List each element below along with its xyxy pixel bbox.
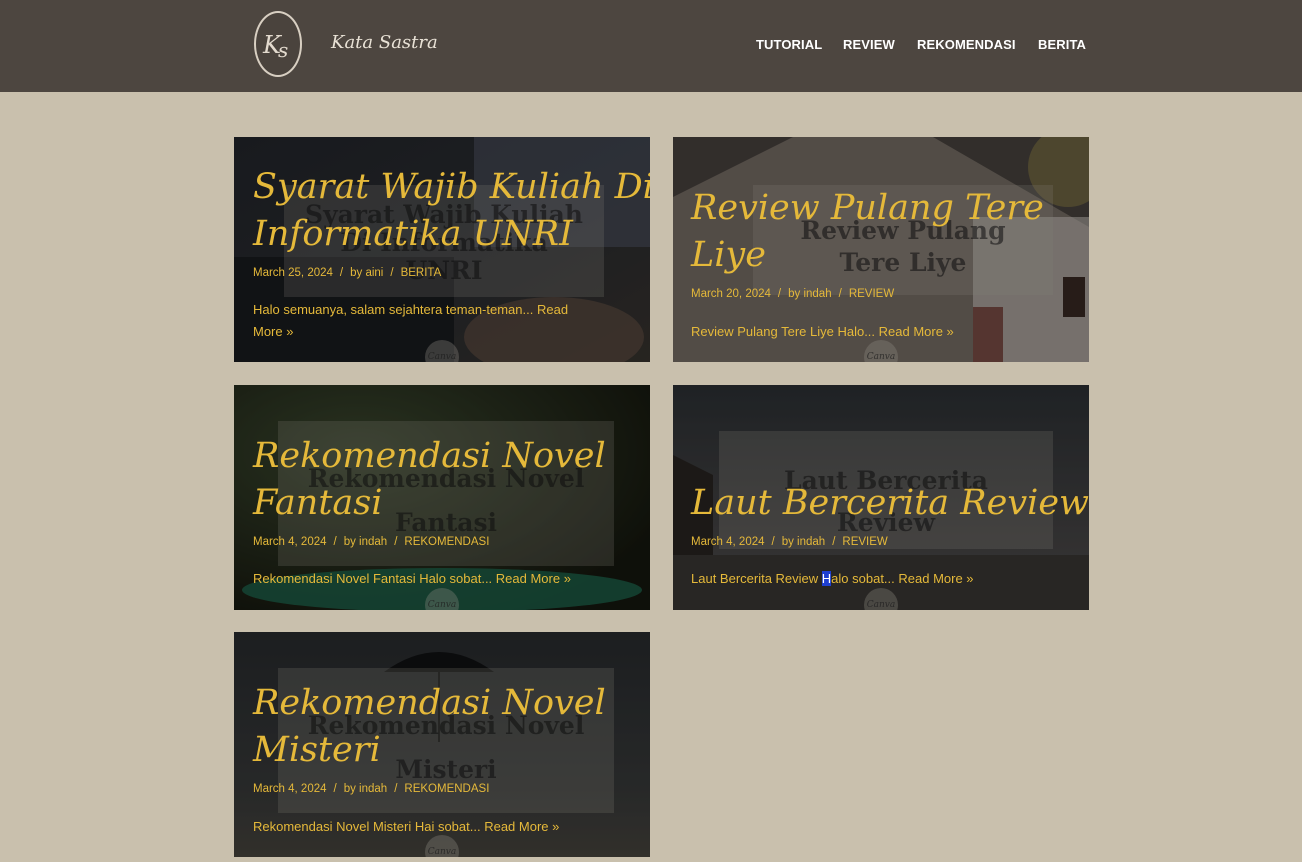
excerpt-text: alo sobat... Read More »: [831, 571, 974, 586]
post-title-line[interactable]: Rekomendasi Novel: [253, 680, 633, 727]
post-author[interactable]: by aini: [350, 267, 383, 279]
nav-item-review[interactable]: REVIEW: [843, 37, 895, 52]
post-date[interactable]: March 25, 2024: [253, 267, 333, 279]
post-category[interactable]: BERITA: [401, 267, 442, 279]
meta-separator: /: [394, 783, 398, 795]
nav-item-rekomendasi[interactable]: REKOMENDASI: [917, 37, 1016, 52]
ks-monogram-icon: K s: [262, 31, 288, 62]
post-title-line[interactable]: Laut Bercerita Review: [691, 480, 1089, 527]
post-title-line[interactable]: Review Pulang Tere: [691, 185, 1071, 232]
post-category[interactable]: REVIEW: [849, 288, 894, 300]
post-excerpt: Laut Bercerita Review Halo sobat... Read…: [691, 568, 1071, 590]
post-title[interactable]: Laut Bercerita Review: [691, 480, 1089, 527]
meta-separator: /: [394, 536, 398, 548]
nav-item-berita[interactable]: BERITA: [1038, 37, 1086, 52]
post-author[interactable]: by indah: [782, 536, 825, 548]
post-card[interactable]: Review Pulang Tere Liye Canva Review Pul…: [673, 137, 1089, 362]
post-date[interactable]: March 20, 2024: [691, 288, 771, 300]
meta-separator: /: [333, 783, 337, 795]
site-title[interactable]: Kata Sastra: [331, 32, 438, 53]
post-title[interactable]: Syarat Wajib Kuliah Di Informatika UNRI: [253, 164, 650, 258]
post-title-line[interactable]: Syarat Wajib Kuliah Di: [253, 164, 650, 211]
post-meta: March 4, 2024 / by indah / REKOMENDASI: [253, 536, 489, 548]
read-more-link[interactable]: More »: [253, 321, 633, 343]
excerpt-line[interactable]: Laut Bercerita Review Halo sobat... Read…: [691, 568, 1071, 590]
excerpt-line[interactable]: Rekomendasi Novel Misteri Hai sobat... R…: [253, 816, 633, 838]
post-card[interactable]: Rekomendasi Novel Fantasi Canva Rekomend…: [234, 385, 650, 610]
post-category[interactable]: REKOMENDASI: [404, 783, 489, 795]
meta-separator: /: [390, 267, 394, 279]
post-meta: March 25, 2024 / by aini / BERITA: [253, 267, 441, 279]
excerpt-text: Laut Bercerita Review: [691, 571, 822, 586]
post-title-line[interactable]: Liye: [691, 232, 1071, 279]
meta-separator: /: [777, 288, 782, 300]
text-selection-highlight[interactable]: H: [821, 571, 832, 586]
post-date[interactable]: March 4, 2024: [253, 536, 327, 548]
excerpt-line[interactable]: Rekomendasi Novel Fantasi Halo sobat... …: [253, 568, 633, 590]
meta-separator: /: [333, 536, 337, 548]
post-meta: March 4, 2024 / by indah / REKOMENDASI: [253, 783, 489, 795]
post-card[interactable]: Laut Bercerita Review Canva Laut Berceri…: [673, 385, 1089, 610]
site-header: K s Kata Sastra TUTORIAL REVIEW REKOMEND…: [0, 0, 1302, 92]
post-title-line[interactable]: Rekomendasi Novel: [253, 433, 633, 480]
post-author[interactable]: by indah: [788, 288, 831, 300]
post-title[interactable]: Rekomendasi Novel Fantasi: [253, 433, 633, 527]
meta-separator: /: [838, 288, 842, 300]
post-author[interactable]: by indah: [344, 783, 387, 795]
meta-separator: /: [771, 536, 775, 548]
post-meta: March 20, 2024 / by indah / REVIEW: [691, 288, 894, 300]
post-excerpt: Halo semuanya, salam sejahtera teman-tem…: [253, 299, 633, 343]
post-excerpt: Rekomendasi Novel Fantasi Halo sobat... …: [253, 568, 633, 590]
site-logo[interactable]: K s: [254, 11, 302, 77]
post-card[interactable]: Rekomendasi Novel Misteri Canva Rekomend…: [234, 632, 650, 857]
post-title-line[interactable]: Misteri: [253, 727, 633, 774]
excerpt-line[interactable]: Halo semuanya, salam sejahtera teman-tem…: [253, 299, 633, 321]
meta-separator: /: [339, 267, 344, 279]
nav-item-tutorial[interactable]: TUTORIAL: [756, 37, 822, 52]
excerpt-line[interactable]: Review Pulang Tere Liye Halo... Read Mor…: [691, 321, 1071, 343]
svg-text:s: s: [278, 38, 288, 62]
post-date[interactable]: March 4, 2024: [691, 536, 765, 548]
post-author[interactable]: by indah: [344, 536, 387, 548]
post-excerpt: Rekomendasi Novel Misteri Hai sobat... R…: [253, 816, 633, 838]
post-date[interactable]: March 4, 2024: [253, 783, 327, 795]
post-title-line[interactable]: Fantasi: [253, 480, 633, 527]
post-title-line[interactable]: Informatika UNRI: [253, 211, 633, 258]
post-category[interactable]: REVIEW: [842, 536, 887, 548]
post-category[interactable]: REKOMENDASI: [404, 536, 489, 548]
meta-separator: /: [832, 536, 836, 548]
post-title[interactable]: Rekomendasi Novel Misteri: [253, 680, 633, 774]
post-meta: March 4, 2024 / by indah / REVIEW: [691, 536, 888, 548]
post-excerpt: Review Pulang Tere Liye Halo... Read Mor…: [691, 321, 1071, 343]
post-title[interactable]: Review Pulang Tere Liye: [691, 185, 1071, 279]
post-card[interactable]: Syarat Wajib Kuliah Di Informatika UNRI …: [234, 137, 650, 362]
